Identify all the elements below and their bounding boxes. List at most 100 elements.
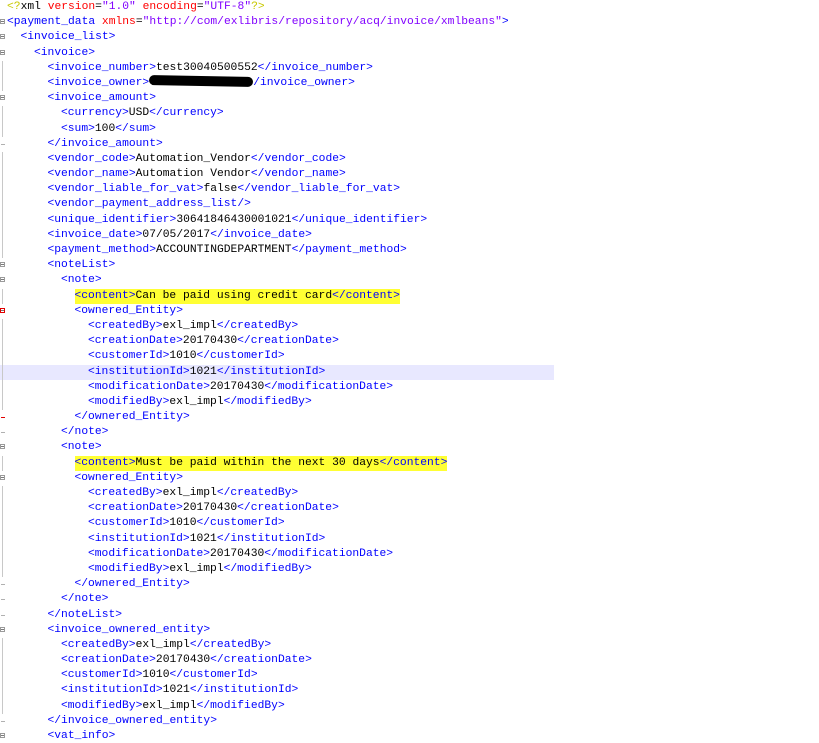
code-line[interactable]: <customerId>1010</customerId> xyxy=(0,349,819,365)
collapse-icon[interactable] xyxy=(0,733,5,738)
code-line[interactable]: <ownered_Entity> xyxy=(0,471,819,486)
xml-text: 1010 xyxy=(142,669,170,682)
code-line[interactable]: <invoice_ownered_entity> xyxy=(0,623,819,638)
collapse-icon[interactable] xyxy=(0,277,5,283)
code-line[interactable]: <vendor_name>Automation Vendor</vendor_n… xyxy=(0,167,819,183)
code-line[interactable]: <vendor_code>Automation_Vendor</vendor_c… xyxy=(0,151,819,168)
code-line[interactable]: <unique_identifier>30641846430001021</un… xyxy=(0,212,819,228)
code-line[interactable]: <payment_data xmlns="http://com/exlibris… xyxy=(0,15,819,30)
code-line[interactable]: <invoice_date>07/05/2017</invoice_date> xyxy=(0,227,819,243)
xml-text: false xyxy=(203,183,238,196)
xml-tag: <note> xyxy=(61,441,102,454)
xml-text: exl_impl xyxy=(135,638,190,651)
xml-tag: <sum> xyxy=(61,122,95,135)
code-text: <payment_method>ACCOUNTINGDEPARTMENT</pa… xyxy=(48,243,407,258)
code-text: <note> xyxy=(61,273,102,288)
code-text: <modificationDate>20170430</modification… xyxy=(88,380,393,395)
xml-text: 1021 xyxy=(189,365,217,378)
code-line[interactable]: <modifiedBy>exl_impl</modifiedBy> xyxy=(0,561,819,578)
xml-tag: <vat_info> xyxy=(47,730,116,742)
code-line[interactable]: <creationDate>20170430</creationDate> xyxy=(0,653,819,669)
xml-text: 07/05/2017 xyxy=(142,228,211,241)
code-line[interactable]: <content>Can be paid using credit card</… xyxy=(0,288,819,304)
xml-tag: <createdBy> xyxy=(88,487,163,499)
code-line[interactable]: <modificationDate>20170430</modification… xyxy=(0,546,819,562)
code-line[interactable]: <createdBy>exl_impl</createdBy> xyxy=(0,318,819,335)
code-line[interactable]: <invoice_number>test30040500552</invoice… xyxy=(0,60,819,76)
code-line[interactable]: </ownered_Entity> xyxy=(0,410,819,425)
fold-guide-line xyxy=(2,455,3,471)
code-line[interactable]: </noteList> xyxy=(0,608,819,623)
code-line[interactable]: <creationDate>20170430</creationDate> xyxy=(0,501,819,517)
code-line[interactable]: <payment_method>ACCOUNTINGDEPARTMENT</pa… xyxy=(0,243,819,259)
code-text: <invoice_amount> xyxy=(48,91,156,106)
code-text: <note> xyxy=(61,440,102,455)
code-view[interactable]: <?xml version="1.0" encoding="UTF-8"?> <p… xyxy=(0,0,819,743)
xml-tag: </note> xyxy=(61,426,109,439)
code-line[interactable]: <customerId>1010</customerId> xyxy=(0,668,819,684)
code-line[interactable]: <creationDate>20170430</creationDate> xyxy=(0,334,819,350)
collapse-icon[interactable] xyxy=(0,474,5,480)
code-line[interactable]: <noteList> xyxy=(0,258,819,273)
code-line[interactable]: <note> xyxy=(0,440,819,455)
code-line[interactable]: </note> xyxy=(0,425,819,440)
fold-guide-line xyxy=(2,501,3,517)
code-line[interactable]: <?xml version="1.0" encoding="UTF-8"?> xyxy=(0,0,819,15)
xml-tag: <payment_data xyxy=(7,16,102,29)
code-line[interactable]: <invoice> xyxy=(0,46,819,61)
collapse-icon[interactable] xyxy=(0,626,5,632)
xml-tag: </sum> xyxy=(115,122,156,135)
collapse-icon[interactable] xyxy=(0,49,5,55)
code-line[interactable]: <createdBy>exl_impl</createdBy> xyxy=(0,486,819,502)
code-line[interactable]: <institutionId>1021</institutionId> xyxy=(0,683,819,699)
collapse-icon[interactable] xyxy=(0,307,5,313)
code-line[interactable]: </invoice_ownered_entity> xyxy=(0,714,819,729)
fold-guide-line xyxy=(2,516,3,532)
code-line[interactable]: <customerId>1010</customerId> xyxy=(0,516,819,532)
code-line[interactable]: </ownered_Entity> xyxy=(0,577,819,592)
code-line[interactable]: <modificationDate>20170430</modification… xyxy=(0,379,819,395)
code-text: <unique_identifier>30641846430001021</un… xyxy=(48,213,428,228)
code-text: </invoice_amount> xyxy=(48,137,163,152)
xml-tag: <customerId> xyxy=(88,517,170,530)
code-line[interactable]: <invoice_amount> xyxy=(0,91,819,106)
xml-tag: <invoice_amount> xyxy=(47,92,156,105)
code-line[interactable]: <sum>100</sum> xyxy=(0,121,819,137)
xml-tag: </creationDate> xyxy=(210,654,312,667)
code-line[interactable]: <modifiedBy>exl_impl</modifiedBy> xyxy=(0,698,819,714)
code-line[interactable]: <modifiedBy>exl_impl</modifiedBy> xyxy=(0,394,819,411)
xml-text: 100 xyxy=(94,122,116,135)
code-line[interactable]: <content>Must be paid within the next 30… xyxy=(0,455,819,471)
fold-end-icon xyxy=(1,143,5,145)
code-line[interactable]: <institutionId>1021</institutionId> xyxy=(0,531,819,547)
code-line[interactable]: <createdBy>exl_impl</createdBy> xyxy=(0,637,819,654)
code-text: <invoice_owner> /invoice_owner> xyxy=(48,75,355,91)
code-line[interactable]: <vat_info> xyxy=(0,729,819,743)
xml-tag: </ownered_Entity> xyxy=(74,578,190,591)
code-text: </note> xyxy=(61,592,108,607)
xml-editor[interactable]: <?xml version="1.0" encoding="UTF-8"?> <p… xyxy=(0,0,819,743)
collapse-icon[interactable] xyxy=(0,19,5,25)
collapse-icon[interactable] xyxy=(0,95,5,101)
xml-tag: <modificationDate> xyxy=(88,380,211,393)
fold-guide-line xyxy=(2,546,3,562)
code-line[interactable]: <invoice_owner> /invoice_owner> xyxy=(0,75,819,92)
xml-attribute-value: "UTF-8" xyxy=(203,1,252,13)
code-line[interactable]: <ownered_Entity> xyxy=(0,304,819,319)
collapse-icon[interactable] xyxy=(0,34,5,40)
collapse-icon[interactable] xyxy=(0,444,5,450)
code-text: <modifiedBy>exl_impl</modifiedBy> xyxy=(88,395,312,410)
code-line[interactable]: <invoice_list> xyxy=(0,30,819,45)
fold-end-icon xyxy=(1,584,5,586)
code-text: <modifiedBy>exl_impl</modifiedBy> xyxy=(88,562,312,577)
collapse-icon[interactable] xyxy=(0,262,5,268)
code-line[interactable]: <vendor_liable_for_vat>false</vendor_lia… xyxy=(0,182,819,198)
code-line[interactable]: <note> xyxy=(0,273,819,288)
code-line[interactable]: <institutionId>1021</institutionId> xyxy=(0,364,554,380)
code-line[interactable]: <vendor_payment_address_list/> xyxy=(0,197,819,213)
xml-tag: </createdBy> xyxy=(189,638,272,651)
code-line[interactable]: <currency>USD</currency> xyxy=(0,106,819,122)
code-line[interactable]: </note> xyxy=(0,592,819,607)
code-line[interactable]: </invoice_amount> xyxy=(0,137,819,152)
code-text: <institutionId>1021</institutionId> xyxy=(88,365,325,380)
